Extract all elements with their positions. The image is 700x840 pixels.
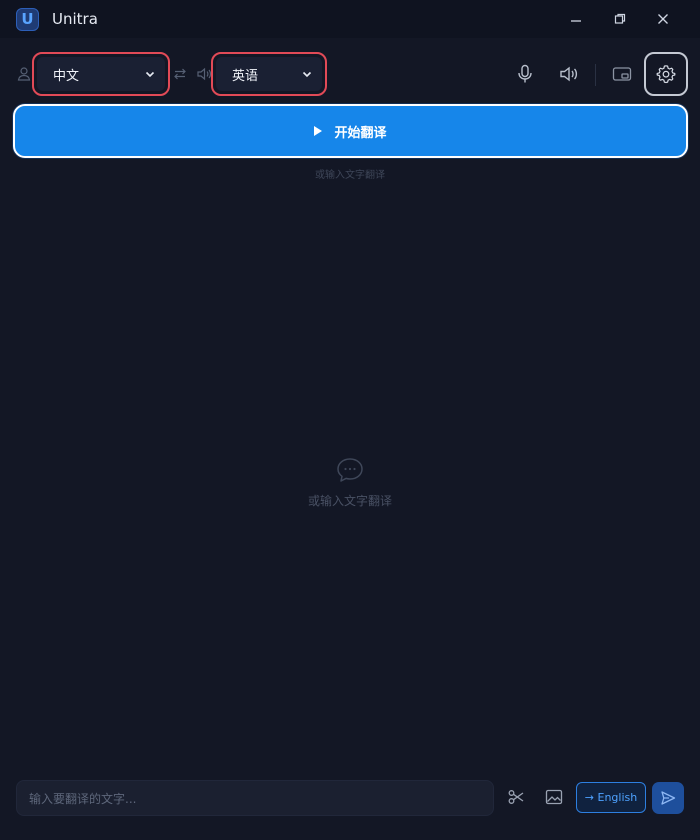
app-window: U Unitra 中文 英语 开始翻译 或输入文字翻译 或输入文字翻译 输入要翻… [0,0,700,840]
picture-in-picture-button[interactable] [610,62,634,86]
empty-state-text: 或输入文字翻译 [307,494,392,508]
language-toolbar: 中文 英语 [0,38,700,102]
input-placeholder: 输入要翻译的文字... [29,791,137,806]
send-icon [661,791,676,805]
app-title: Unitra [52,10,98,28]
close-button[interactable] [643,4,683,34]
close-icon [658,14,668,24]
send-button[interactable] [652,782,684,814]
play-icon [314,126,323,136]
swap-icon[interactable] [171,65,189,83]
text-input-hint: 或输入文字翻译 [315,170,385,181]
microphone-button[interactable] [513,62,537,86]
scissors-button[interactable] [505,786,527,808]
target-language-highlight: 英语 [211,52,327,96]
start-translation-label: 开始翻译 [334,125,387,141]
minimize-icon [571,20,581,22]
chevron-down-icon [145,71,155,78]
restore-icon [614,13,626,24]
source-language-select[interactable]: 中文 [37,57,165,91]
target-language-select[interactable]: 英语 [216,57,322,91]
source-language-highlight: 中文 [32,52,170,96]
minimize-button[interactable] [556,4,596,34]
person-icon [15,65,33,83]
gear-icon [656,65,676,84]
restore-button[interactable] [600,4,640,34]
chat-bubble-icon [335,456,365,484]
source-language-value: 中文 [53,68,80,84]
target-language-value: 英语 [232,68,259,84]
volume-button[interactable] [557,62,581,86]
start-translation-button[interactable]: 开始翻译 [13,104,688,158]
toolbar-divider [595,64,596,86]
image-button[interactable] [543,786,565,808]
title-bar: U Unitra [0,0,700,38]
microphone-icon [518,64,532,83]
picture-in-picture-icon [612,67,632,81]
translation-text-input[interactable]: 输入要翻译的文字... [16,780,494,816]
settings-button[interactable] [644,52,688,96]
volume-icon [560,66,578,82]
image-icon [545,789,563,805]
scissors-icon [508,790,524,804]
app-logo: U [16,8,39,31]
target-language-button[interactable]: → English [576,782,646,813]
chevron-down-icon [302,71,312,78]
